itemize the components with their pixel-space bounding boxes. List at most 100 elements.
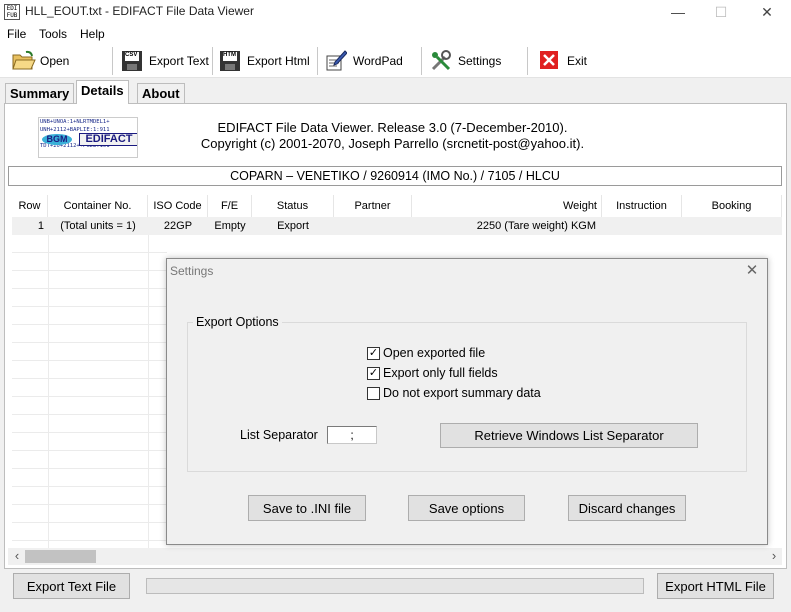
export-full-fields-checkbox[interactable]: ✓ bbox=[367, 367, 380, 380]
minimize-button[interactable]: — bbox=[655, 0, 701, 24]
save-ini-button[interactable]: Save to .INI file bbox=[248, 495, 366, 521]
toolbar-separator bbox=[212, 47, 213, 75]
grid-line bbox=[12, 306, 167, 307]
exit-button[interactable]: Exit bbox=[539, 48, 587, 74]
scroll-right-icon[interactable]: › bbox=[767, 548, 781, 565]
grid-line bbox=[12, 360, 167, 361]
menu-bar bbox=[0, 24, 791, 44]
menu-tools[interactable]: Tools bbox=[39, 27, 67, 41]
cell-partner bbox=[334, 217, 412, 235]
cell-instruction bbox=[602, 217, 682, 235]
cell-weight: 2250 (Tare weight) KGM bbox=[412, 217, 596, 235]
column-header-instruction[interactable]: Instruction bbox=[602, 195, 682, 217]
grid-line bbox=[12, 252, 167, 253]
csv-badge: CSV bbox=[125, 52, 138, 58]
grid-line bbox=[12, 504, 167, 505]
open-exported-file-checkbox[interactable]: ✓ bbox=[367, 347, 380, 360]
maximize-button[interactable]: ☐ bbox=[698, 0, 744, 24]
tab-summary[interactable]: Summary bbox=[5, 83, 75, 103]
exit-label: Exit bbox=[567, 54, 588, 68]
wordpad-pen-icon bbox=[325, 50, 348, 72]
grid-line bbox=[12, 540, 167, 541]
copyright-text: Copyright (c) 2001-2070, Joseph Parrello… bbox=[200, 136, 585, 151]
dialog-close-icon[interactable]: ✕ bbox=[742, 261, 762, 281]
column-header-partner[interactable]: Partner bbox=[334, 195, 412, 217]
grid-line bbox=[12, 324, 167, 325]
folder-open-icon bbox=[12, 50, 36, 72]
tab-details[interactable]: Details bbox=[76, 80, 129, 104]
htm-badge: HTM bbox=[223, 52, 236, 58]
toolbar-separator bbox=[421, 47, 422, 75]
column-header-status[interactable]: Status bbox=[252, 195, 334, 217]
column-header-iso[interactable]: ISO Code bbox=[148, 195, 208, 217]
menu-file[interactable]: File bbox=[7, 27, 26, 41]
app-icon: EDI FUB bbox=[4, 4, 20, 20]
scrollbar-thumb[interactable] bbox=[25, 550, 96, 563]
column-header-row[interactable]: Row bbox=[12, 195, 48, 217]
settings-label: Settings bbox=[458, 54, 502, 68]
grid-line bbox=[12, 342, 167, 343]
grid-line bbox=[12, 486, 167, 487]
release-text: EDIFACT File Data Viewer. Release 3.0 (7… bbox=[217, 120, 568, 135]
csv-disk-icon: CSV bbox=[121, 50, 143, 72]
grid-line bbox=[12, 270, 167, 271]
open-label: Open bbox=[40, 54, 70, 68]
no-summary-label[interactable]: Do not export summary data bbox=[383, 386, 541, 400]
export-html-label: Export Html bbox=[247, 54, 310, 68]
wordpad-button[interactable]: WordPad bbox=[325, 48, 403, 74]
list-separator-input[interactable] bbox=[327, 426, 377, 444]
edifact-logo: UNB+UNOA:1+NLRTMDEL1+ UNH+2112+BAPLIE:1:… bbox=[38, 117, 138, 158]
grid-line bbox=[12, 522, 167, 523]
tools-icon bbox=[430, 50, 452, 72]
open-button[interactable]: Open bbox=[12, 48, 69, 74]
column-header-booking[interactable]: Booking bbox=[682, 195, 782, 217]
export-full-fields-label[interactable]: Export only full fields bbox=[383, 366, 498, 380]
message-info-box: COPARN – VENETIKO / 9260914 (IMO No.) / … bbox=[8, 166, 782, 186]
grid-line bbox=[48, 235, 49, 548]
grid-line bbox=[12, 414, 167, 415]
settings-button[interactable]: Settings bbox=[430, 48, 501, 74]
no-summary-checkbox[interactable] bbox=[367, 387, 380, 400]
horizontal-scrollbar[interactable] bbox=[8, 548, 782, 565]
grid-line bbox=[148, 235, 149, 548]
progress-bar bbox=[146, 578, 644, 594]
grid-line bbox=[12, 378, 167, 379]
column-header-container[interactable]: Container No. bbox=[48, 195, 148, 217]
close-window-button[interactable]: ✕ bbox=[744, 0, 790, 24]
column-header-weight[interactable]: Weight bbox=[412, 195, 602, 217]
cell-booking bbox=[682, 217, 782, 235]
logo-edifact-badge: EDIFACT bbox=[79, 133, 137, 146]
toolbar-separator bbox=[112, 47, 113, 75]
export-html-file-button[interactable]: Export HTML File bbox=[657, 573, 774, 599]
save-options-button[interactable]: Save options bbox=[408, 495, 525, 521]
grid-line bbox=[12, 468, 167, 469]
logo-bgm-badge: BGM bbox=[42, 134, 72, 145]
column-header-fe[interactable]: F/E bbox=[208, 195, 252, 217]
export-text-label: Export Text bbox=[149, 54, 209, 68]
open-exported-file-label[interactable]: Open exported file bbox=[383, 346, 485, 360]
cell-fe: Empty bbox=[208, 217, 252, 235]
cell-iso: 22GP bbox=[148, 217, 208, 235]
export-options-label: Export Options bbox=[193, 315, 282, 329]
htm-disk-icon: HTM bbox=[219, 50, 241, 72]
export-text-button[interactable]: CSV Export Text bbox=[121, 48, 209, 74]
export-text-file-button[interactable]: Export Text File bbox=[13, 573, 130, 599]
tab-about[interactable]: About bbox=[137, 83, 185, 103]
cell-row: 1 bbox=[12, 217, 48, 235]
scroll-left-icon[interactable]: ‹ bbox=[10, 548, 24, 565]
discard-changes-button[interactable]: Discard changes bbox=[568, 495, 686, 521]
menu-help[interactable]: Help bbox=[80, 27, 105, 41]
dialog-title: Settings bbox=[170, 264, 214, 278]
grid-line bbox=[12, 396, 167, 397]
retrieve-separator-button[interactable]: Retrieve Windows List Separator bbox=[440, 423, 698, 448]
list-separator-label: List Separator bbox=[240, 428, 318, 442]
grid-line bbox=[12, 450, 167, 451]
grid-line bbox=[12, 288, 167, 289]
exit-x-icon bbox=[539, 50, 561, 72]
export-html-button[interactable]: HTM Export Html bbox=[219, 48, 310, 74]
toolbar-separator bbox=[317, 47, 318, 75]
logo-line: UNB+UNOA:1+NLRTMDEL1+ bbox=[40, 119, 110, 125]
cell-status: Export bbox=[252, 217, 334, 235]
cell-container: (Total units = 1) bbox=[48, 217, 148, 235]
wordpad-label: WordPad bbox=[353, 54, 403, 68]
